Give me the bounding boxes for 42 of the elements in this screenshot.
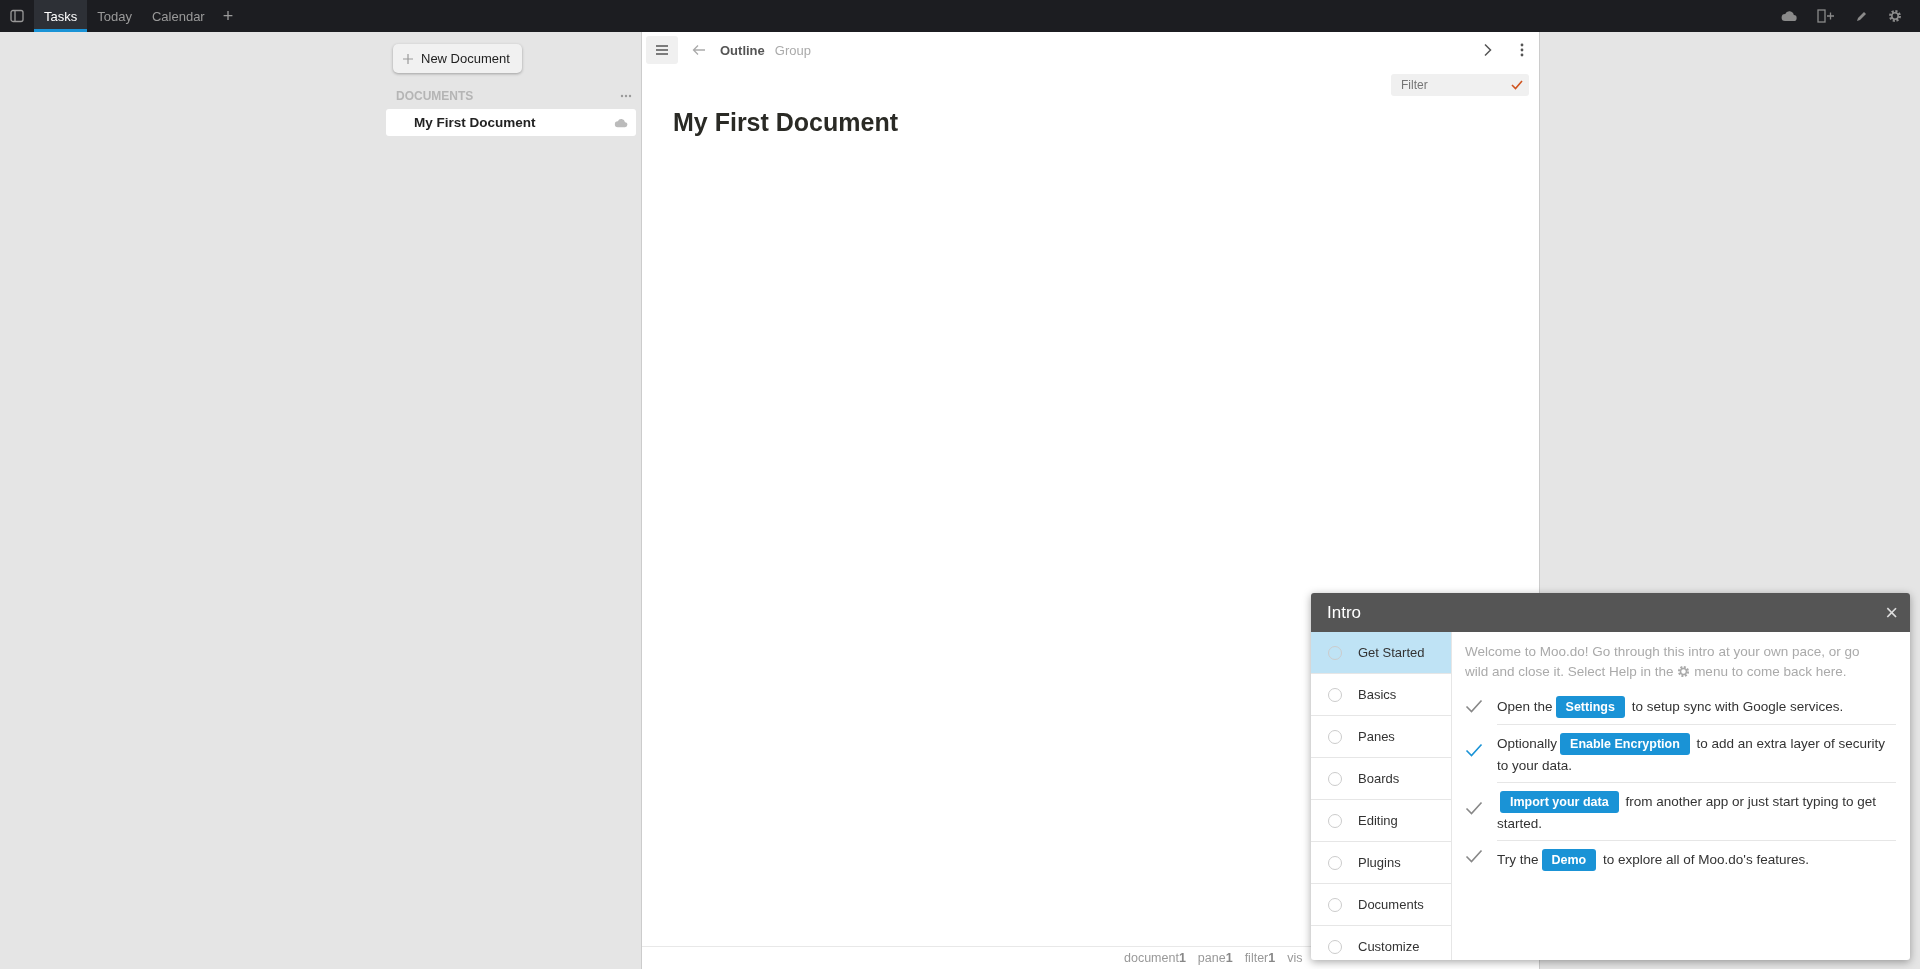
document-item[interactable]: My First Document [386, 109, 636, 136]
add-pane-icon[interactable] [1817, 9, 1835, 23]
filter-field[interactable]: Filter [1391, 74, 1529, 96]
cloud-icon[interactable] [1781, 10, 1797, 22]
step-item[interactable]: Panes [1311, 716, 1451, 758]
document-title: My First Document [414, 115, 536, 130]
tab[interactable]: Tasks [34, 0, 88, 32]
more-icon[interactable] [1519, 43, 1525, 57]
plus-icon [403, 53, 413, 64]
panel-title: Intro [1327, 602, 1362, 623]
pencil-icon[interactable] [1855, 9, 1868, 23]
tab[interactable]: Calendar [141, 0, 215, 32]
close-button[interactable]: × [1885, 599, 1898, 626]
chevron-right-icon[interactable] [1483, 43, 1493, 57]
status-item: vis [1287, 951, 1303, 965]
add-tab-button[interactable]: + [222, 5, 234, 27]
step-item[interactable]: Editing [1311, 800, 1451, 842]
document-title: My First Document [673, 108, 900, 137]
step-item[interactable]: Basics [1311, 674, 1451, 716]
task-text: Optionally Enable Encryption to add an extra layer of security to your data. [1497, 724, 1896, 776]
new-document-button[interactable]: New Document [393, 44, 522, 73]
settings-icon[interactable] [1888, 9, 1902, 23]
step-item[interactable]: Get Started [1311, 632, 1451, 674]
step-item[interactable]: Customize [1311, 926, 1451, 960]
settings-icon [1677, 665, 1691, 678]
welcome-text: Welcome to Moo.do! Go through this intro at your own pace, or go wild and close it. Select Help in the menu to come back here. [1465, 643, 1861, 681]
check-icon[interactable] [1511, 80, 1523, 90]
task-text: Open the Settings to setup sync with Google services. [1497, 694, 1896, 718]
status-item: filter1 [1244, 951, 1276, 965]
step-item[interactable]: Documents [1311, 884, 1451, 926]
cloud-icon [614, 117, 628, 128]
step-item[interactable]: Boards [1311, 758, 1451, 800]
tab[interactable]: Today [87, 0, 142, 32]
view-tab[interactable]: Outline [720, 42, 765, 58]
menu-button[interactable] [646, 36, 678, 64]
task-text: Import your data from another app or just start typing to get started. [1497, 782, 1896, 834]
menu-icon [655, 45, 669, 55]
sidebar-toggle-icon[interactable] [10, 9, 24, 23]
step-item[interactable]: Plugins [1311, 842, 1451, 884]
task-text: Try the Demo to explore all of Moo.do's features. [1497, 840, 1896, 871]
status-item: document1 [1124, 951, 1186, 965]
status-item: pane1 [1197, 951, 1233, 965]
